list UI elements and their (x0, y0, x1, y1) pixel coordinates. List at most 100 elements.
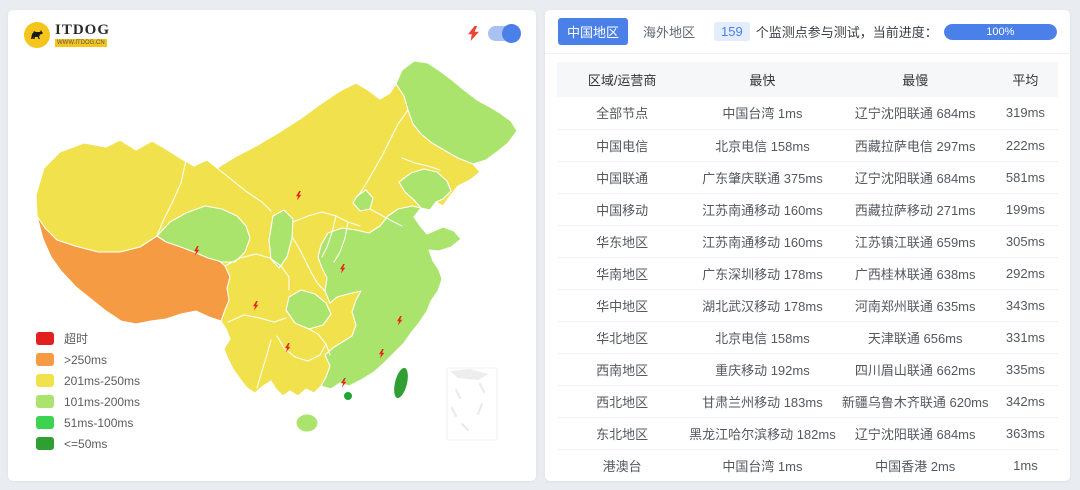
map-region-taiwan[interactable] (391, 366, 411, 400)
average-cell: 319ms (1005, 105, 1045, 121)
region-cell: 华中地区 (557, 288, 688, 321)
slowest-cell: 四川眉山联通 662ms (837, 352, 993, 385)
tab-china[interactable]: 中国地区 (558, 18, 629, 45)
slowest-cell: 辽宁沈阳联通 684ms (854, 106, 976, 122)
results-panel: 中国地区 海外地区 159 个监测点参与测试，当前进度： 100% 区域/运营商… (545, 10, 1070, 481)
lightning-icon[interactable] (468, 26, 479, 41)
fastest-cell: 湖北武汉移动 178ms (687, 288, 838, 321)
column-header: 平均 (992, 62, 1058, 97)
table-row: 西南地区 重庆移动 192ms 四川眉山联通 662ms 335ms (557, 352, 1058, 385)
region-cell: 中国电信 (557, 128, 688, 161)
region-cell: 中国移动 (557, 192, 688, 225)
average-cell: 343ms (992, 288, 1058, 321)
table-row: 中国联通 广东肇庆联通 375ms 辽宁沈阳联通 684ms 581ms (557, 160, 1058, 193)
slowest-cell: 河南郑州联通 635ms (837, 288, 993, 321)
fastest-cell: 江苏南通移动 160ms (687, 224, 838, 257)
table-row: 西北地区 甘肃兰州移动 183ms 新疆乌鲁木齐联通 620ms 342ms (557, 384, 1058, 417)
table-row: 全部节点 中国台湾 1ms 辽宁沈阳联通 684ms 319ms (557, 97, 1058, 129)
slowest-cell: 中国香港 2ms (837, 448, 993, 481)
monitor-count-badge: 159 (714, 22, 750, 41)
average-cell: 363ms (992, 416, 1058, 449)
region-cell: 华北地区 (557, 320, 688, 353)
slowest-cell: 天津联通 656ms (837, 320, 993, 353)
map-panel: ITDOG WWW.ITDOG.CN 超时 >250ms 201ms-250ms… (8, 10, 536, 481)
table-row: 中国移动 江苏南通移动 160ms 西藏拉萨移动 271ms 199ms (557, 192, 1058, 225)
average-cell: 581ms (992, 160, 1058, 193)
legend-item[interactable]: 101ms-200ms (36, 394, 141, 409)
region-cell: 中国联通 (557, 160, 688, 193)
column-header: 最慢 (837, 62, 993, 97)
region-cell: 港澳台 (557, 448, 688, 481)
region-cell: 西北地区 (557, 384, 688, 417)
fast-mode-toggle[interactable] (488, 24, 521, 43)
average-cell: 331ms (992, 320, 1058, 353)
legend-label: 201ms-250ms (64, 373, 141, 388)
table-row: 中国电信 北京电信 158ms 西藏拉萨电信 297ms 222ms (557, 128, 1058, 161)
tab-overseas[interactable]: 海外地区 (643, 22, 695, 41)
slowest-cell: 辽宁沈阳联通 684ms (837, 160, 993, 193)
table-row: 华北地区 北京电信 158ms 天津联通 656ms 331ms (557, 320, 1058, 353)
progress-value: 100% (986, 25, 1015, 38)
average-cell: 305ms (992, 224, 1058, 257)
legend-item[interactable]: >250ms (36, 353, 140, 367)
legend: 超时 >250ms 201ms-250ms 101ms-200ms 51ms-100ms… (36, 332, 140, 458)
region-cell: 华东地区 (557, 224, 688, 257)
progress-bar: 100% (943, 23, 1057, 40)
region-cell: 全部节点 (596, 106, 649, 122)
fastest-cell: 重庆移动 192ms (687, 352, 838, 385)
map-region-hongkong[interactable] (343, 391, 353, 401)
slowest-cell: 广西桂林联通 638ms (837, 256, 993, 289)
fastest-cell: 江苏南通移动 160ms (687, 192, 838, 225)
region-cell: 东北地区 (557, 416, 688, 449)
average-cell: 342ms (992, 384, 1058, 417)
progress-label: 个监测点参与测试，当前进度： (755, 25, 938, 40)
slowest-cell: 西藏拉萨移动 271ms (837, 192, 993, 225)
slowest-cell: 辽宁沈阳联通 684ms (837, 416, 993, 449)
table-row: 华中地区 湖北武汉移动 178ms 河南郑州联通 635ms 343ms (557, 288, 1058, 321)
slowest-cell: 新疆乌鲁木齐联通 620ms (837, 384, 993, 417)
average-cell: 199ms (992, 192, 1058, 225)
legend-swatch (36, 416, 54, 429)
fastest-cell: 北京电信 158ms (687, 128, 838, 161)
toggle-knob (502, 24, 521, 43)
legend-item[interactable]: 超时 (36, 332, 140, 346)
column-header: 最快 (687, 62, 838, 97)
fastest-cell: 甘肃兰州移动 183ms (687, 384, 838, 417)
logo-title: ITDOG (55, 22, 111, 38)
average-cell: 292ms (992, 256, 1058, 289)
legend-item[interactable]: 201ms-250ms (36, 373, 141, 388)
table-row: 华南地区 广东深圳移动 178ms 广西桂林联通 638ms 292ms (557, 256, 1058, 289)
results-table-head: 区域/运营商 最快 最慢 平均 (557, 62, 1058, 97)
table-row: 港澳台 中国台湾 1ms 中国香港 2ms 1ms (557, 448, 1058, 481)
slowest-cell: 江苏镇江联通 659ms (837, 224, 993, 257)
fastest-cell: 中国台湾 1ms (687, 448, 838, 481)
progress-fill: 100% (943, 23, 1057, 40)
fastest-cell: 广东深圳移动 178ms (687, 256, 838, 289)
results-table-body: 全部节点 中国台湾 1ms 辽宁沈阳联通 684ms 319ms 中国电信 北京电信 15… (557, 97, 1058, 481)
map-region-hainan[interactable] (295, 413, 319, 433)
legend-label: 101ms-200ms (64, 394, 141, 409)
average-cell: 335ms (992, 352, 1058, 385)
column-header: 区域/运营商 (557, 62, 688, 97)
legend-swatch (36, 374, 54, 387)
slowest-cell: 西藏拉萨电信 297ms (837, 128, 993, 161)
table-row: 东北地区 黑龙江哈尔滨移动 182ms 辽宁沈阳联通 684ms 363ms (557, 416, 1058, 449)
legend-label: 超时 (64, 332, 89, 346)
south-sea-inset (446, 367, 498, 441)
legend-item[interactable]: <=50ms (36, 437, 140, 451)
legend-item[interactable]: 51ms-100ms (36, 415, 140, 430)
legend-swatch (36, 395, 54, 408)
table-header-row: 区域/运营商 最快 最慢 平均 (557, 62, 1058, 97)
legend-swatch (36, 437, 54, 450)
results-table: 区域/运营商 最快 最慢 平均 全部节点 中国台湾 1ms 辽宁沈阳联通 684ms 319… (557, 62, 1058, 481)
fastest-cell: 黑龙江哈尔滨移动 182ms (687, 416, 838, 449)
fastest-cell: 北京电信 158ms (687, 320, 838, 353)
results-header: 中国地区 海外地区 159 个监测点参与测试，当前进度： 100% (545, 10, 1070, 54)
average-cell: 1ms (992, 448, 1058, 481)
logo[interactable]: ITDOG WWW.ITDOG.CN (24, 22, 110, 48)
region-cell: 西南地区 (557, 352, 688, 385)
fastest-cell: 中国台湾 1ms (722, 106, 803, 122)
logo-subtitle: WWW.ITDOG.CN (55, 39, 107, 47)
region-cell: 华南地区 (557, 256, 688, 289)
legend-label: 51ms-100ms (64, 415, 134, 430)
